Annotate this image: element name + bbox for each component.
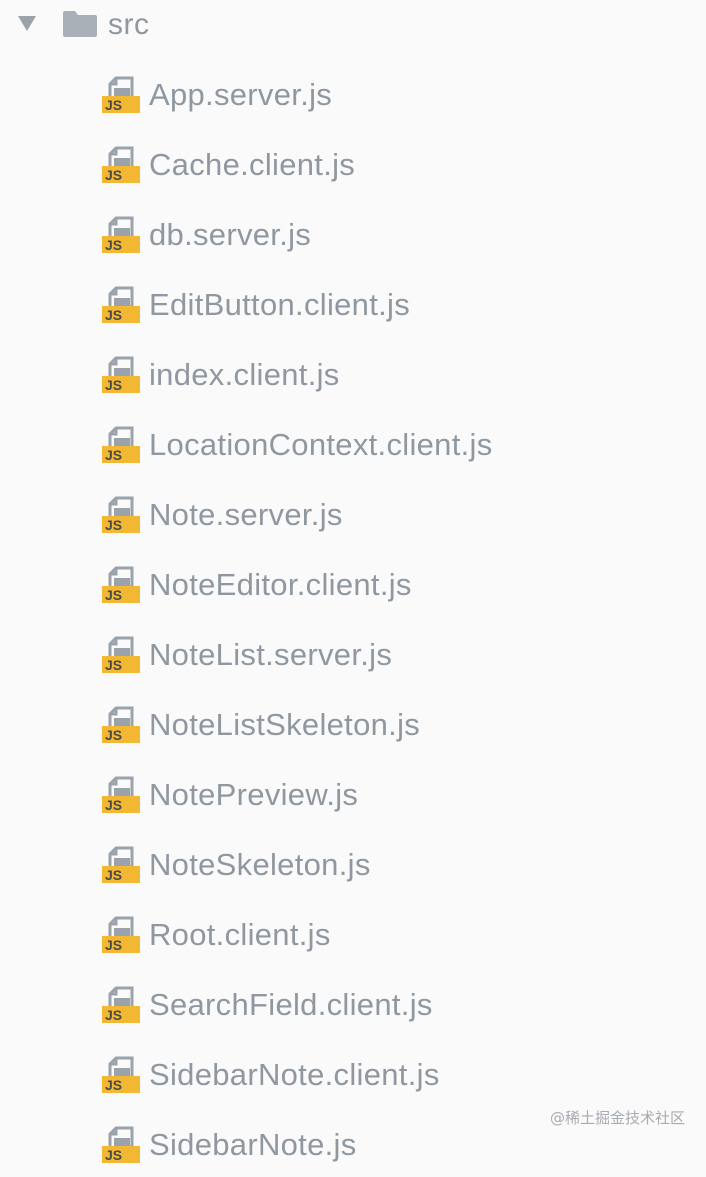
js-file-icon: JS [102, 356, 140, 393]
js-badge-text: JS [105, 167, 122, 183]
js-badge-text: JS [105, 1147, 122, 1163]
js-file-icon: JS [102, 566, 140, 603]
file-item[interactable]: JS SidebarNote.client.js [0, 1051, 706, 1107]
js-badge-text: JS [105, 447, 122, 463]
js-file-icon: JS [102, 76, 140, 113]
js-badge-text: JS [105, 657, 122, 673]
file-name: EditButton.client.js [149, 287, 411, 322]
file-item[interactable]: JS db.server.js [0, 211, 706, 267]
file-item[interactable]: JS index.client.js [0, 351, 706, 407]
file-item[interactable]: JS NoteList.server.js [0, 631, 706, 687]
watermark: @稀土掘金技术社区 [550, 1109, 686, 1127]
file-name: SidebarNote.client.js [149, 1057, 440, 1092]
js-file-icon: JS [102, 916, 140, 953]
file-name: index.client.js [149, 357, 340, 392]
js-file-icon: JS [102, 636, 140, 673]
js-badge-text: JS [105, 727, 122, 743]
js-file-icon: JS [102, 846, 140, 883]
js-badge-text: JS [105, 937, 122, 953]
file-name: Root.client.js [149, 917, 331, 952]
file-item[interactable]: JS SidebarNote.js [0, 1121, 706, 1177]
js-file-icon: JS [102, 1126, 140, 1163]
file-name: NoteEditor.client.js [149, 567, 412, 602]
file-name: NoteList.server.js [149, 637, 393, 672]
file-name: SidebarNote.js [149, 1127, 357, 1162]
js-badge-text: JS [105, 797, 122, 813]
folder-icon [63, 11, 97, 37]
js-file-icon: JS [102, 496, 140, 533]
file-item[interactable]: JS LocationContext.client.js [0, 421, 706, 477]
file-item[interactable]: JS NoteEditor.client.js [0, 561, 706, 617]
js-badge-text: JS [105, 867, 122, 883]
file-name: Note.server.js [149, 497, 343, 532]
js-file-icon: JS [102, 986, 140, 1023]
file-name: NotePreview.js [149, 777, 359, 812]
file-name: App.server.js [149, 77, 333, 112]
js-badge-text: JS [105, 517, 122, 533]
chevron-down-icon[interactable] [18, 16, 36, 31]
file-name: NoteListSkeleton.js [149, 707, 421, 742]
js-badge-text: JS [105, 377, 122, 393]
js-file-icon: JS [102, 706, 140, 743]
file-item[interactable]: JS NoteSkeleton.js [0, 841, 706, 897]
file-tree: src JS App.server.js JS Cache.client.js JS db… [0, 0, 706, 1163]
file-item[interactable]: JS App.server.js [0, 71, 706, 127]
file-name: db.server.js [149, 217, 312, 252]
file-item[interactable]: JS Cache.client.js [0, 141, 706, 197]
file-name: Cache.client.js [149, 147, 356, 182]
js-badge-text: JS [105, 97, 122, 113]
js-badge-text: JS [105, 1077, 122, 1093]
js-badge-text: JS [105, 587, 122, 603]
file-item[interactable]: JS NotePreview.js [0, 771, 706, 827]
js-file-icon: JS [102, 286, 140, 323]
js-file-icon: JS [102, 776, 140, 813]
file-name: SearchField.client.js [149, 987, 433, 1022]
file-name: LocationContext.client.js [149, 427, 493, 462]
js-badge-text: JS [105, 237, 122, 253]
folder-row-src[interactable]: src [0, 0, 706, 50]
file-item[interactable]: JS NoteListSkeleton.js [0, 701, 706, 757]
js-file-icon: JS [102, 216, 140, 253]
file-name: NoteSkeleton.js [149, 847, 371, 882]
file-item[interactable]: JS Note.server.js [0, 491, 706, 547]
file-item[interactable]: JS SearchField.client.js [0, 981, 706, 1037]
file-item[interactable]: JS Root.client.js [0, 911, 706, 967]
folder-label: src [108, 8, 150, 41]
js-badge-text: JS [105, 307, 122, 323]
js-badge-text: JS [105, 1007, 122, 1023]
js-file-icon: JS [102, 146, 140, 183]
js-file-icon: JS [102, 1056, 140, 1093]
js-file-icon: JS [102, 426, 140, 463]
file-item[interactable]: JS EditButton.client.js [0, 281, 706, 337]
